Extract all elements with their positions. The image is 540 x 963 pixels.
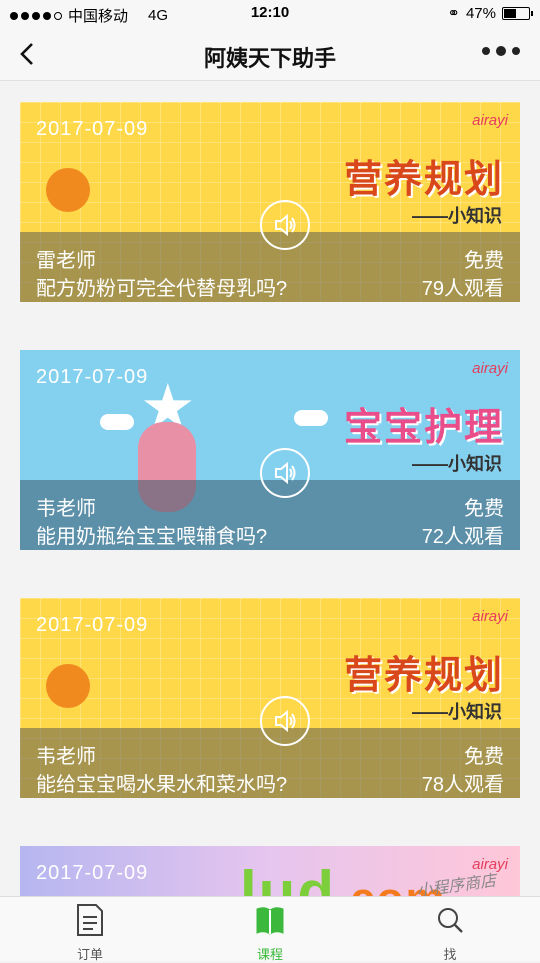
- teacher-name: 雷老师: [36, 250, 96, 272]
- course-question: 能用奶瓶给宝宝喂辅食吗?: [36, 526, 268, 548]
- course-card[interactable]: 2017-07-09 airayi 营养规划 ——小知识 雷老师 配方奶粉可完全…: [20, 102, 520, 302]
- teacher-name: 韦老师: [36, 498, 96, 520]
- status-bar: 中国移动 4G 12:10 ⚭ 47%: [0, 0, 540, 28]
- teacher-name: 韦老师: [36, 746, 96, 768]
- tab-courses[interactable]: 课程: [230, 903, 310, 963]
- page-title: 阿姨天下助手: [203, 46, 336, 71]
- nav-bar: 阿姨天下助手: [0, 28, 540, 81]
- orange-decoration: [46, 168, 90, 212]
- course-price: 免费: [464, 498, 504, 520]
- banner-title: 宝宝护理: [343, 404, 504, 449]
- brand-logo: airayi: [472, 608, 508, 625]
- tab-find[interactable]: 找: [410, 903, 490, 963]
- tab-label: 订单: [76, 947, 103, 962]
- tab-orders[interactable]: 订单: [50, 903, 130, 963]
- battery-percent: 47%: [465, 4, 496, 22]
- card-date: 2017-07-09: [36, 366, 149, 388]
- course-price: 免费: [464, 746, 504, 768]
- search-icon: [438, 908, 463, 933]
- banner-subtitle: ——小知识: [412, 206, 502, 226]
- tab-label: 找: [443, 947, 457, 962]
- card-date: 2017-07-09: [36, 118, 149, 140]
- book-icon: [256, 907, 284, 935]
- card-date: 2017-07-09: [36, 614, 149, 636]
- battery-icon: [502, 6, 533, 20]
- course-card[interactable]: ★ 2017-07-09 airayi 宝宝护理 ——小知识 韦老师 能用奶瓶给…: [20, 350, 520, 550]
- course-price: 免费: [464, 250, 504, 272]
- course-question: 配方奶粉可完全代替母乳吗?: [36, 278, 288, 300]
- banner-title: 营养规划: [343, 652, 504, 697]
- course-card[interactable]: 2017-07-09 airayi 营养规划 ——小知识 韦老师 能给宝宝喝水果…: [20, 598, 520, 798]
- brand-logo: airayi: [472, 112, 508, 129]
- orange-decoration: [46, 664, 90, 708]
- tab-label: 课程: [256, 947, 283, 962]
- speaker-icon[interactable]: [260, 448, 310, 498]
- view-count: 72人观看: [421, 526, 504, 548]
- rotation-lock-icon: ⚭: [447, 5, 460, 22]
- view-count: 78人观看: [421, 774, 504, 796]
- banner-title: 营养规划: [343, 156, 504, 201]
- speaker-icon[interactable]: [260, 200, 310, 250]
- document-icon: [77, 904, 103, 936]
- cloud-decoration: [100, 414, 134, 430]
- banner-subtitle: ——小知识: [412, 702, 502, 722]
- card-date: 2017-07-09: [36, 862, 149, 884]
- course-question: 能给宝宝喝水果水和菜水吗?: [36, 774, 288, 796]
- speaker-icon[interactable]: [260, 696, 310, 746]
- more-dots-icon[interactable]: [482, 46, 520, 56]
- tab-bar: 订单 课程 找: [0, 896, 540, 963]
- brand-logo: airayi: [472, 360, 508, 377]
- view-count: 79人观看: [421, 278, 504, 300]
- cloud-decoration: [294, 410, 328, 426]
- banner-subtitle: ——小知识: [412, 454, 502, 474]
